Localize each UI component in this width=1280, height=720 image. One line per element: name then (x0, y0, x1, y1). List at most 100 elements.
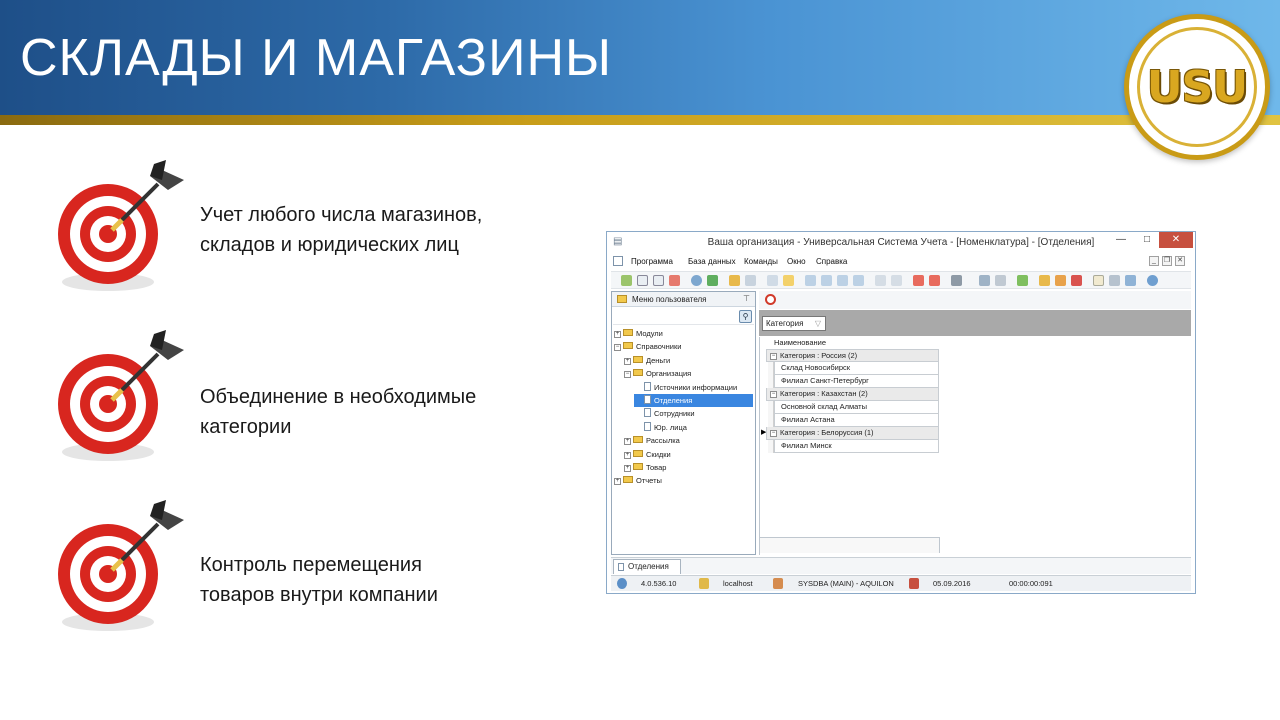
group-row[interactable]: − Категория : Россия (2) (766, 349, 939, 362)
printer-icon[interactable] (1109, 275, 1120, 286)
document-icon (644, 395, 651, 404)
group-chip-category[interactable]: Категория ▽ (762, 316, 826, 331)
statusbar: 4.0.536.10 localhost SYSDBA (MAIN) - AQU… (611, 575, 1191, 591)
table-row[interactable]: Склад Новосибирск (774, 362, 939, 375)
forward-icon[interactable] (1125, 275, 1136, 286)
add-icon[interactable] (621, 275, 632, 286)
bullet-1: Учет любого числа магазинов, складов и ю… (50, 160, 570, 300)
window-titlebar: ▤ Ваша организация - Универсальная Систе… (607, 232, 1195, 252)
expand-icon[interactable]: + (624, 451, 631, 459)
expand-icon[interactable]: + (614, 331, 621, 338)
folder-icon (623, 476, 633, 484)
users-icon[interactable] (1055, 275, 1066, 286)
database-icon (699, 578, 709, 589)
bullet-3: Контроль перемещения товаров внутри комп… (50, 500, 570, 640)
up-icon[interactable] (837, 275, 848, 286)
tree-item[interactable]: Источники информации (634, 381, 737, 394)
bullet-line: категории (200, 416, 292, 438)
down-icon[interactable] (821, 275, 832, 286)
tree-item[interactable]: + Товар (624, 461, 666, 474)
tree-item[interactable]: Сотрудники (634, 407, 695, 420)
minimize-button[interactable]: — (1107, 232, 1135, 248)
print-icon[interactable] (951, 275, 962, 286)
collapse-icon[interactable]: − (770, 353, 777, 360)
info-icon[interactable] (1147, 275, 1158, 286)
bullet-text: Объединение в необходимые категории (200, 382, 476, 442)
tree-item[interactable]: + Скидки (624, 448, 671, 461)
calendar-icon (909, 578, 919, 589)
delete-icon[interactable] (669, 275, 680, 286)
table-row[interactable]: Филиал Астана (774, 414, 939, 427)
column-header-name[interactable]: Наименование (774, 337, 937, 349)
document-icon (644, 408, 651, 418)
chart-icon[interactable] (1017, 275, 1028, 286)
copy-icon[interactable] (637, 275, 648, 286)
tree-item[interactable]: − Организация (624, 367, 691, 380)
layout-icon[interactable] (891, 275, 902, 286)
bullet-line: складов и юридических лиц (200, 234, 459, 256)
search-icon[interactable] (691, 275, 702, 286)
group-row[interactable]: − Категория : Белоруссия (1) (766, 427, 939, 440)
tab-label: Отделения (628, 562, 669, 571)
tree-item[interactable]: − Справочники (614, 340, 681, 353)
tree-item[interactable]: + Рассылка (624, 434, 680, 447)
tools-icon[interactable] (995, 275, 1006, 286)
filter-icon[interactable] (729, 275, 740, 286)
expand-icon[interactable]: + (624, 357, 631, 365)
first-icon[interactable] (805, 275, 816, 286)
collapse-icon[interactable]: − (624, 371, 631, 379)
filter-icon[interactable]: ▽ (815, 317, 821, 330)
tree-item[interactable]: + Деньги (624, 354, 670, 367)
lock-icon[interactable] (1039, 275, 1050, 286)
menu-database[interactable]: База данных (688, 257, 736, 266)
tree-item[interactable]: + Отчеты (614, 474, 662, 487)
tree-item[interactable]: Отделения (634, 394, 753, 407)
pin-icon[interactable]: ⊤ (743, 294, 750, 303)
collapse-icon[interactable]: − (770, 391, 777, 398)
group-row[interactable]: − Категория : Казахстан (2) (766, 388, 939, 401)
group-icon[interactable] (767, 275, 778, 286)
export-icon[interactable] (913, 275, 924, 286)
expand-icon[interactable]: + (624, 438, 631, 446)
maximize-button[interactable]: □ (1133, 232, 1161, 248)
stop-icon[interactable] (765, 294, 776, 305)
filter-clear-icon[interactable] (745, 275, 756, 286)
folder-icon (633, 436, 643, 444)
collapse-icon[interactable]: − (614, 344, 621, 352)
refresh-icon[interactable] (707, 275, 718, 286)
table-row[interactable]: Основной склад Алматы (774, 401, 939, 414)
menu-search-input[interactable]: ⚲ (613, 309, 754, 325)
mdi-minimize-button[interactable]: _ (1149, 256, 1159, 266)
tab-departments[interactable]: Отделения (613, 559, 681, 574)
note-icon[interactable] (783, 275, 794, 286)
exit-icon[interactable] (1071, 275, 1082, 286)
calendar-icon[interactable] (1093, 275, 1104, 286)
table-row[interactable]: Филиал Минск (774, 440, 939, 453)
expand-icon[interactable]: + (624, 465, 631, 472)
row-text: Филиал Астана (781, 415, 835, 424)
row-text: Основной склад Алматы (781, 402, 867, 411)
menu-commands[interactable]: Команды (744, 257, 778, 266)
menu-program[interactable]: Программа (631, 257, 673, 266)
last-icon[interactable] (853, 275, 864, 286)
columns-icon[interactable] (875, 275, 886, 286)
document-icon (644, 381, 651, 391)
import-icon[interactable] (929, 275, 940, 286)
menu-window[interactable]: Окно (787, 257, 806, 266)
table-row[interactable]: Филиал Санкт-Петербург (774, 375, 939, 388)
slide-title: СКЛАДЫ И МАГАЗИНЫ (20, 29, 613, 87)
tree-item[interactable]: Юр. лица (634, 421, 687, 434)
row-text: Филиал Минск (781, 441, 832, 450)
folder-icon (617, 295, 627, 303)
mdi-close-button[interactable]: ✕ (1175, 256, 1185, 266)
collapse-icon[interactable]: − (770, 430, 777, 437)
expand-icon[interactable]: + (614, 478, 621, 486)
settings-icon[interactable] (979, 275, 990, 286)
menu-help[interactable]: Справка (816, 257, 847, 266)
tree-item[interactable]: + Модули (614, 327, 663, 340)
mdi-restore-button[interactable]: ❐ (1162, 256, 1172, 266)
dartboard-icon (58, 500, 184, 631)
edit-icon[interactable] (653, 275, 664, 286)
close-button[interactable]: ✕ (1159, 232, 1193, 248)
search-icon[interactable]: ⚲ (739, 310, 752, 323)
